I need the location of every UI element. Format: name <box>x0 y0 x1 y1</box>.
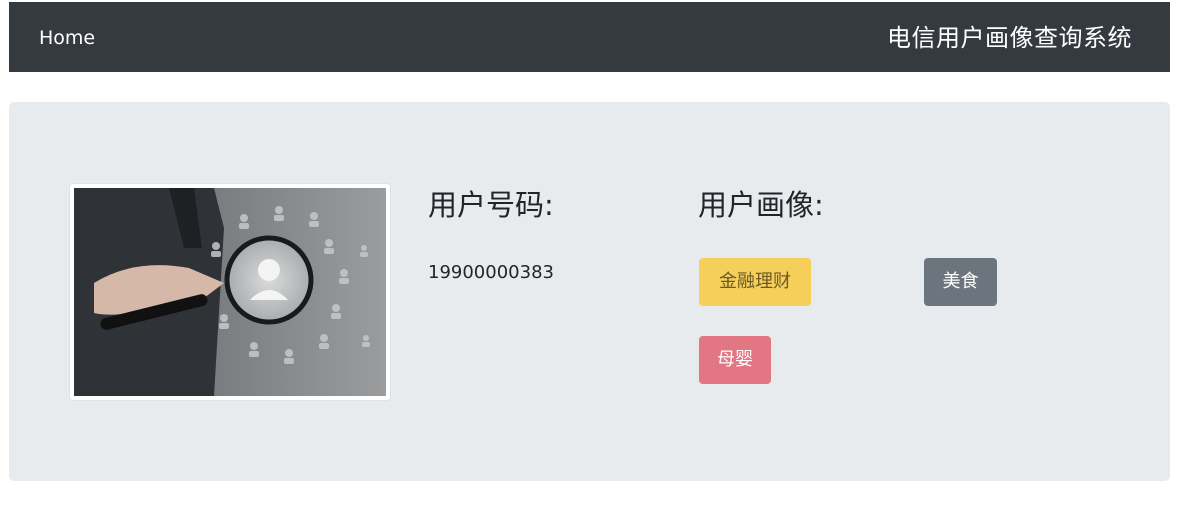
tag-finance[interactable]: 金融理财 <box>699 258 811 306</box>
user-profile-panel: 用户号码: 19900000383 用户画像: 金融理财 美食 母婴 <box>9 102 1170 481</box>
tag-food[interactable]: 美食 <box>924 258 997 306</box>
user-search-image <box>69 183 391 401</box>
phone-number-value: 19900000383 <box>428 262 554 283</box>
home-link[interactable]: Home <box>39 2 95 74</box>
tag-maternity[interactable]: 母婴 <box>699 336 771 384</box>
app-title: 电信用户画像查询系统 <box>887 24 1132 52</box>
phone-number-label: 用户号码: <box>428 188 554 222</box>
top-navbar: Home 电信用户画像查询系统 <box>9 2 1170 72</box>
user-profile-label: 用户画像: <box>698 188 824 222</box>
